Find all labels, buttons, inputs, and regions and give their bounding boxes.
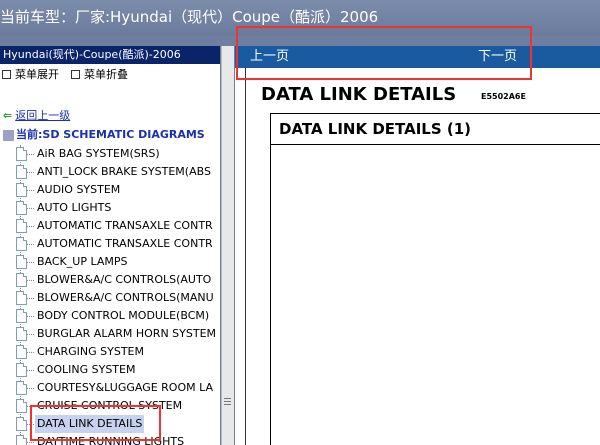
document-icon — [16, 165, 27, 179]
tree-item[interactable]: ANTI_LOCK BRAKE SYSTEM(ABS — [0, 163, 220, 181]
document-icon — [16, 201, 27, 215]
document-code: E5502A6E — [481, 92, 526, 101]
back-link-label: 返回上一级 — [15, 109, 71, 122]
document-icon — [16, 291, 27, 305]
tree-item-label: AiR BAG SYSTEM(SRS) — [37, 147, 160, 160]
tree-item-label: AUTO LIGHTS — [37, 201, 112, 214]
expand-menu-button[interactable]: 菜单展开 — [0, 68, 59, 81]
content-pane: 上一页 下一页 DATA LINK DETAILS E5502A6E DATA … — [235, 46, 600, 445]
sidebar: Hyundai(现代)-Coupe(酷派)-2006 菜单展开 菜单折叠 ⇐ 返回上… — [0, 46, 220, 445]
current-folder: 当前:SD SCHEMATIC DIAGRAMS — [3, 126, 205, 142]
document-icon — [16, 309, 27, 323]
document-icon — [16, 255, 27, 269]
tree-item-label: BLOWER&A/C CONTROLS(MANU — [37, 291, 214, 304]
tree-item[interactable]: AiR BAG SYSTEM(SRS) — [0, 145, 220, 163]
document-icon — [16, 237, 27, 251]
tree-item[interactable]: COOLING SYSTEM — [0, 361, 220, 379]
collapse-menu-button[interactable]: 菜单折叠 — [69, 68, 128, 81]
document-icon — [16, 273, 27, 287]
document-title: DATA LINK DETAILS — [261, 84, 457, 105]
document-icon — [16, 399, 27, 413]
document-icon — [16, 345, 27, 359]
scroll-grip-icon[interactable] — [224, 396, 231, 410]
tree-item[interactable]: BODY CONTROL MODULE(BCM) — [0, 307, 220, 325]
tree-item[interactable]: BACK_UP LAMPS — [0, 253, 220, 271]
tree-item-label: ANTI_LOCK BRAKE SYSTEM(ABS — [37, 165, 211, 178]
tree-item-label: AUTOMATIC TRANSAXLE CONTR — [37, 237, 213, 250]
document-icon — [16, 219, 27, 233]
collapse-menu-label: 菜单折叠 — [84, 68, 128, 81]
expand-icon — [2, 69, 11, 79]
tree-item[interactable]: BLOWER&A/C CONTROLS(AUTO — [0, 271, 220, 289]
tree-item-label: COOLING SYSTEM — [37, 363, 136, 376]
document-icon — [16, 183, 27, 197]
sidebar-header: Hyundai(现代)-Coupe(酷派)-2006 — [0, 46, 220, 64]
tree-item[interactable]: AUDIO SYSTEM — [0, 181, 220, 199]
tree-item-label: AUTOMATIC TRANSAXLE CONTR — [37, 219, 213, 232]
document-icon — [16, 381, 27, 395]
sidebar-scrollbar[interactable] — [221, 46, 234, 445]
tree-item[interactable]: AUTOMATIC TRANSAXLE CONTR — [0, 217, 220, 235]
tree-item-label: BURGLAR ALARM HORN SYSTEM — [37, 327, 217, 340]
tree-item-label: BLOWER&A/C CONTROLS(AUTO — [37, 273, 212, 286]
document-icon — [16, 147, 27, 161]
current-folder-label: 当前:SD SCHEMATIC DIAGRAMS — [16, 128, 205, 141]
back-link[interactable]: ⇐ 返回上一级 — [3, 107, 70, 123]
tree-item[interactable]: BURGLAR ALARM HORN SYSTEM — [0, 325, 220, 343]
tree-item[interactable]: AUTO LIGHTS — [0, 199, 220, 217]
tree-item-label: BODY CONTROL MODULE(BCM) — [37, 309, 210, 322]
vehicle-title: 当前车型：厂家:Hyundai（现代）Coupe（酷派）2006 — [0, 8, 379, 26]
expand-menu-label: 菜单展开 — [15, 68, 59, 81]
tree-item-label: AUDIO SYSTEM — [37, 183, 121, 196]
folder-icon — [3, 129, 14, 141]
document-icon — [16, 327, 27, 341]
diagram-box: DATA LINK DETAILS (1) — [270, 113, 600, 445]
diagram-box-title: DATA LINK DETAILS (1) — [271, 114, 600, 145]
tree-item[interactable]: BLOWER&A/C CONTROLS(MANU — [0, 289, 220, 307]
tree-item-label: COURTESY&LUGGAGE ROOM LA — [37, 381, 214, 394]
document-icon — [16, 435, 27, 445]
document-icon — [16, 363, 27, 377]
nav-highlight-box — [236, 26, 532, 80]
tree-item[interactable]: COURTESY&LUGGAGE ROOM LA — [0, 379, 220, 397]
tree-item[interactable]: CHARGING SYSTEM — [0, 343, 220, 361]
tree-item[interactable]: AUTOMATIC TRANSAXLE CONTR — [0, 235, 220, 253]
sidebar-actions: 菜单展开 菜单折叠 — [0, 64, 220, 86]
tree-item-label: BACK_UP LAMPS — [37, 255, 128, 268]
back-arrow-icon: ⇐ — [3, 109, 13, 122]
selection-highlight-box — [30, 405, 161, 441]
tree-item-label: CHARGING SYSTEM — [37, 345, 144, 358]
collapse-icon — [71, 69, 80, 79]
document-icon — [16, 417, 27, 431]
